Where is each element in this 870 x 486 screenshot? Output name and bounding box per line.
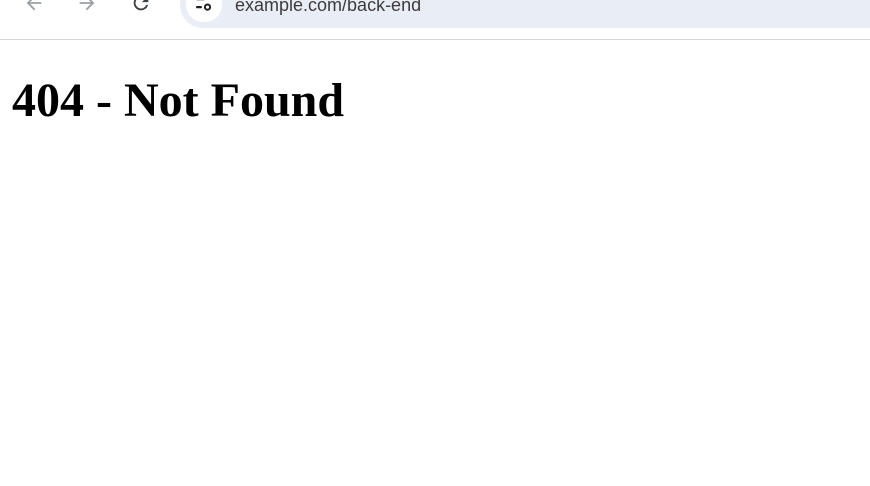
reload-icon [133, 0, 149, 11]
site-info-button[interactable] [186, 0, 222, 22]
browser-toolbar: example.com/back-end [0, 0, 870, 40]
arrow-left-icon [26, 0, 42, 11]
arrow-right-icon [79, 0, 95, 11]
back-button[interactable] [17, 0, 51, 20]
forward-button[interactable] [70, 0, 104, 20]
url-text[interactable]: example.com/back-end [235, 0, 421, 16]
page-title: 404 - Not Found [12, 74, 345, 127]
page-content: 404 - Not Found [0, 40, 870, 486]
address-bar[interactable]: example.com/back-end [180, 0, 870, 28]
tune-icon [196, 0, 212, 11]
reload-button[interactable] [124, 0, 158, 20]
